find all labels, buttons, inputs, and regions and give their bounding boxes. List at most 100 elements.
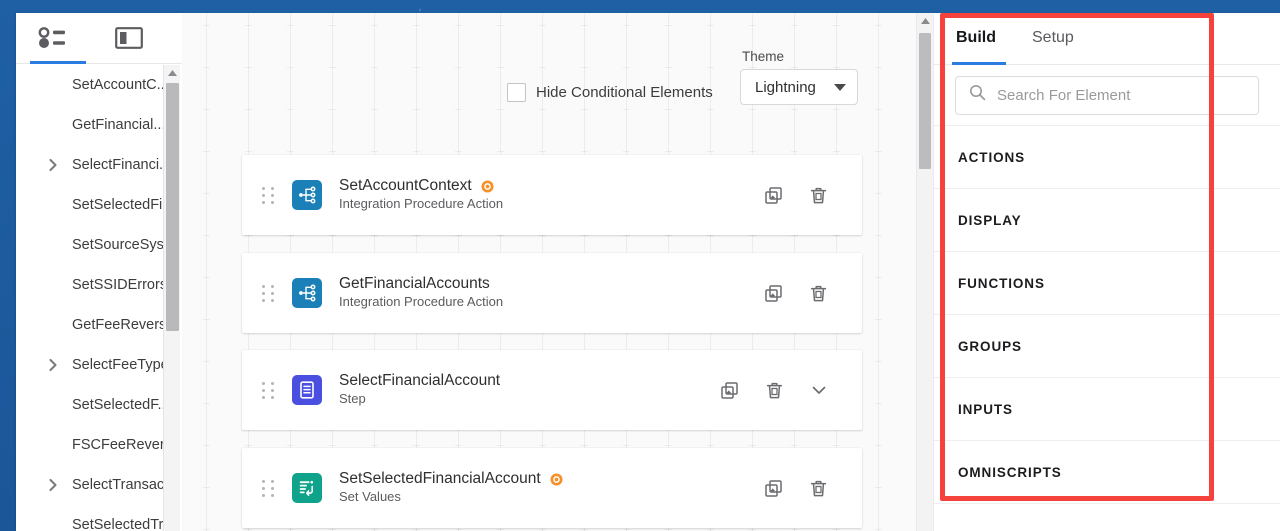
element-tree[interactable]: SetAccountC... GetFinancial... SelectFin… bbox=[16, 65, 182, 531]
element-library-panel: Build Setup Search For Element ACTIONS D… bbox=[934, 13, 1280, 531]
scrollbar-thumb[interactable] bbox=[919, 33, 931, 169]
category-actions[interactable]: ACTIONS bbox=[934, 126, 1280, 189]
tree-item-label: SetAccountC... bbox=[72, 77, 169, 93]
element-card[interactable]: SetSelectedFinancialAccount Set Values bbox=[242, 448, 862, 528]
tree-item[interactable]: SetSelectedF... bbox=[16, 385, 182, 425]
step-icon bbox=[292, 375, 322, 405]
tree-item-label: FSCFeeRever... bbox=[72, 437, 176, 453]
canvas-toolbar: Hide Conditional Elements Theme Lightnin… bbox=[182, 13, 918, 131]
category-groups[interactable]: GROUPS bbox=[934, 315, 1280, 378]
scroll-up-arrow-icon[interactable] bbox=[164, 65, 181, 81]
element-subtitle: Integration Procedure Action bbox=[339, 294, 504, 309]
element-subtitle: Step bbox=[339, 391, 366, 406]
element-text: SelectFinancialAccount Step bbox=[339, 372, 720, 408]
category-inputs[interactable]: INPUTS bbox=[934, 378, 1280, 441]
canvas-scrollbar[interactable] bbox=[916, 13, 932, 531]
scroll-up-arrow-icon[interactable] bbox=[917, 13, 933, 29]
category-functions[interactable]: FUNCTIONS bbox=[934, 252, 1280, 315]
element-title: SelectFinancialAccount bbox=[339, 372, 501, 389]
element-title-row: SetAccountContext bbox=[339, 177, 764, 195]
integration-procedure-icon bbox=[292, 278, 322, 308]
drag-handle-icon[interactable] bbox=[262, 186, 276, 204]
conditional-visibility-eye-icon bbox=[481, 180, 494, 193]
trash-icon[interactable] bbox=[765, 381, 784, 400]
category-display[interactable]: DISPLAY bbox=[934, 189, 1280, 252]
element-title: SetSelectedFinancialAccount bbox=[339, 470, 541, 487]
search-placeholder: Search For Element bbox=[997, 86, 1131, 104]
element-subtitle: Set Values bbox=[339, 489, 401, 504]
tree-item-label: SetSelectedFi... bbox=[72, 197, 175, 213]
element-actions bbox=[764, 479, 828, 498]
element-title: SetAccountContext bbox=[339, 177, 472, 194]
hide-conditional-elements-checkbox[interactable]: Hide Conditional Elements bbox=[507, 83, 713, 102]
scrollbar-thumb[interactable] bbox=[166, 83, 179, 331]
category-omniscripts[interactable]: OMNISCRIPTS bbox=[934, 441, 1280, 504]
theme-label: Theme bbox=[742, 49, 785, 64]
element-actions bbox=[764, 186, 828, 205]
element-card[interactable]: GetFinancialAccounts Integration Procedu… bbox=[242, 253, 862, 333]
chevron-right-icon[interactable] bbox=[46, 358, 60, 372]
tree-item[interactable]: SetSelectedTr... bbox=[16, 505, 182, 531]
checkbox-box[interactable] bbox=[507, 83, 526, 102]
trash-icon[interactable] bbox=[809, 186, 828, 205]
tree-item-label: SelectTransac... bbox=[72, 477, 177, 493]
active-tab-indicator bbox=[952, 62, 1006, 65]
drag-handle-icon[interactable] bbox=[262, 479, 276, 497]
left-panel-tabs bbox=[16, 13, 182, 64]
tree-item[interactable]: SetAccountC... bbox=[16, 65, 182, 105]
tree-item-label: SetSelectedF... bbox=[72, 397, 170, 413]
tree-item[interactable]: GetFinancial... bbox=[16, 105, 182, 145]
search-icon bbox=[969, 84, 986, 106]
duplicate-icon[interactable] bbox=[764, 186, 783, 205]
integration-procedure-icon bbox=[292, 180, 322, 210]
tree-item[interactable]: SetSourceSys... bbox=[16, 225, 182, 265]
element-actions bbox=[720, 381, 828, 400]
tab-setup[interactable]: Setup bbox=[1032, 29, 1074, 49]
trash-icon[interactable] bbox=[809, 284, 828, 303]
tree-item[interactable]: FSCFeeRever... bbox=[16, 425, 182, 465]
right-panel-tabs: Build Setup bbox=[934, 13, 1280, 65]
left-panel-scrollbar[interactable] bbox=[163, 65, 180, 531]
element-card[interactable]: SelectFinancialAccount Step bbox=[242, 350, 862, 430]
chevron-down-icon bbox=[834, 83, 846, 91]
tree-item[interactable]: SetSSIDErrors bbox=[16, 265, 182, 305]
tree-item[interactable]: SelectTransac... bbox=[16, 465, 182, 505]
tree-item-label: GetFinancial... bbox=[72, 117, 166, 133]
tree-item-label: SetSelectedTr... bbox=[72, 517, 175, 531]
chevron-right-icon[interactable] bbox=[46, 478, 60, 492]
element-title-row: GetFinancialAccounts bbox=[339, 275, 764, 293]
search-row: Search For Element bbox=[934, 65, 1280, 126]
element-actions bbox=[764, 284, 828, 303]
tree-item[interactable]: GetFeeRevers... bbox=[16, 305, 182, 345]
element-text: SetSelectedFinancialAccount Set Values bbox=[339, 470, 764, 506]
element-subtitle: Integration Procedure Action bbox=[339, 196, 504, 211]
structure-panel: SetAccountC... GetFinancial... SelectFin… bbox=[16, 13, 182, 531]
app-window: SetAccountC... GetFinancial... SelectFin… bbox=[0, 0, 1280, 531]
element-card[interactable]: SetAccountContext Integration Procedure … bbox=[242, 155, 862, 235]
hierarchy-icon[interactable] bbox=[34, 21, 68, 55]
tree-item-label: SelectFinanci... bbox=[72, 157, 172, 173]
element-text: GetFinancialAccounts Integration Procedu… bbox=[339, 275, 764, 311]
element-title: GetFinancialAccounts bbox=[339, 275, 490, 292]
duplicate-icon[interactable] bbox=[764, 479, 783, 498]
chevron-down-icon[interactable] bbox=[810, 381, 828, 399]
tree-item[interactable]: SetSelectedFi... bbox=[16, 185, 182, 225]
tree-item-label: SetSSIDErrors bbox=[72, 277, 168, 293]
chevron-right-icon[interactable] bbox=[46, 158, 60, 172]
active-tab-indicator bbox=[30, 61, 86, 64]
trash-icon[interactable] bbox=[809, 479, 828, 498]
tree-item[interactable]: SelectFinanci... bbox=[16, 145, 182, 185]
tab-build[interactable]: Build bbox=[956, 29, 996, 49]
search-input[interactable]: Search For Element bbox=[955, 75, 1259, 115]
duplicate-icon[interactable] bbox=[764, 284, 783, 303]
element-text: SetAccountContext Integration Procedure … bbox=[339, 177, 764, 213]
theme-dropdown[interactable]: Lightning bbox=[740, 69, 858, 105]
drag-handle-icon[interactable] bbox=[262, 381, 276, 399]
tree-item-label: SelectFeeType bbox=[72, 357, 169, 373]
set-values-icon bbox=[292, 473, 322, 503]
panel-layout-icon[interactable] bbox=[112, 21, 146, 55]
theme-selected-value: Lightning bbox=[755, 78, 816, 96]
tree-item[interactable]: SelectFeeType bbox=[16, 345, 182, 385]
duplicate-icon[interactable] bbox=[720, 381, 739, 400]
drag-handle-icon[interactable] bbox=[262, 284, 276, 302]
